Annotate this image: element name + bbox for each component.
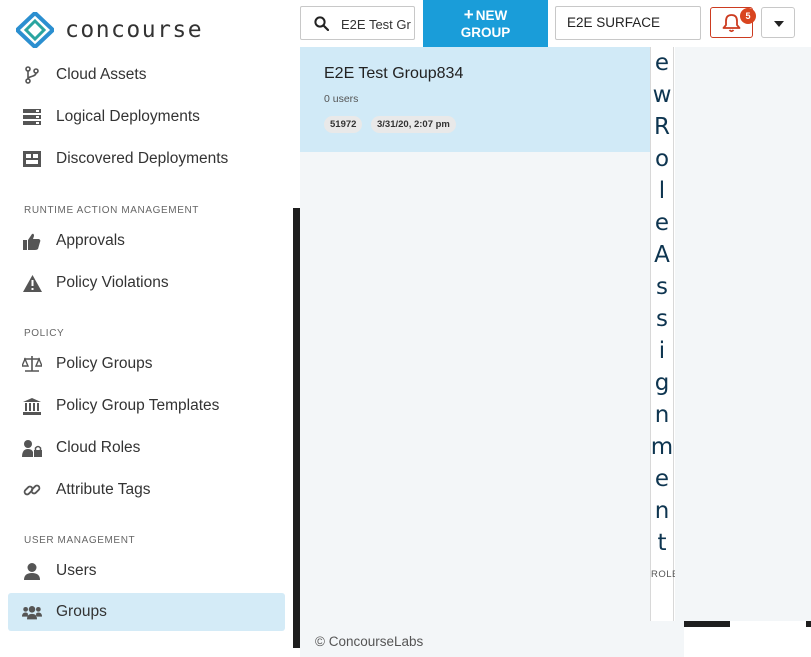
bell-icon [722,14,741,33]
detail-title-char: s [656,306,668,332]
notification-count-badge: 5 [740,8,756,24]
concourse-logo[interactable]: concourse [16,12,203,48]
balance-scale-icon [22,354,42,374]
group-date-tag: 3/31/20, 2:07 pm [371,116,456,133]
plus-icon: + [463,5,474,24]
detail-title-char: e [654,466,670,492]
detail-title-char: A [654,242,670,268]
dark-divider [293,208,300,648]
group-list-panel: E2E Test Group834 0 users 51972 3/31/20,… [300,47,650,621]
detail-title-char: e [654,210,670,236]
detail-title-char: t [657,530,667,556]
detail-title-char: w [652,82,672,108]
institution-icon [22,396,42,416]
sidebar-item-label: Users [56,562,97,579]
footer-copyright: © ConcourseLabs [315,634,424,649]
search-box[interactable] [300,6,415,40]
group-user-count: 0 users [324,93,359,105]
user-icon [22,561,42,581]
new-group-button[interactable]: + NEW GROUP [423,0,548,47]
group-list-item[interactable]: E2E Test Group834 0 users 51972 3/31/20,… [300,47,650,152]
section-title-runtime: RUNTIME ACTION MANAGEMENT [24,205,200,216]
sidebar-item-label: Approvals [56,232,125,249]
detail-title-char: n [654,402,670,428]
search-icon [314,16,329,31]
sidebar-item-logical-deployments[interactable]: Logical Deployments [8,98,285,136]
scan-icon [22,149,42,169]
warning-icon [22,273,42,293]
detail-title-char: g [654,370,670,396]
detail-title-char: R [654,114,670,140]
sidebar-item-attribute-tags[interactable]: Attribute Tags [8,471,285,509]
caret-down-icon [774,21,784,27]
sidebar-item-policy-violations[interactable]: Policy Violations [8,264,285,302]
footer: © ConcourseLabs [300,621,684,657]
sidebar-item-cloud-assets[interactable]: Cloud Assets [8,56,285,94]
new-group-label-line2: GROUP [460,25,511,40]
sidebar-item-label: Policy Group Templates [56,397,220,414]
concourse-logo-icon [16,12,54,48]
dark-divider [684,621,730,627]
sidebar-item-users[interactable]: Users [8,552,285,590]
sidebar-item-groups[interactable]: Groups [8,593,285,631]
sidebar-item-label: Logical Deployments [56,108,200,125]
detail-title-char: m [650,434,674,460]
sidebar-item-label: Groups [56,603,107,620]
user-lock-icon [22,438,42,458]
thumbs-up-icon [22,231,42,251]
detail-title: ewRoleAssignment [651,47,673,559]
sidebar-item-policy-group-templates[interactable]: Policy Group Templates [8,387,285,425]
sidebar-item-approvals[interactable]: Approvals [8,222,285,260]
sidebar-item-label: Cloud Roles [56,439,141,456]
right-panel [675,47,811,621]
link-icon [22,480,42,500]
sidebar-item-label: Policy Groups [56,355,153,372]
sidebar-item-label: Cloud Assets [56,66,147,83]
sidebar-item-label: Discovered Deployments [56,150,229,167]
detail-title-char: s [656,274,668,300]
search-input[interactable] [341,13,411,35]
group-detail-panel: ewRoleAssignment ROLE [650,47,678,621]
sidebar-item-label: Policy Violations [56,274,169,291]
section-title-user-management: USER MANAGEMENT [24,535,136,546]
detail-title-char: n [654,498,670,524]
detail-title-char: i [658,338,666,364]
section-title-policy: POLICY [24,328,65,339]
detail-title-char: l [658,178,666,204]
new-group-label-line1: + NEW [463,5,508,24]
branch-icon [22,65,42,85]
sidebar: concourse Cloud Assets Logical Deploymen… [0,0,293,657]
server-icon [22,107,42,127]
group-name: E2E Test Group834 [324,65,464,82]
sidebar-item-label: Attribute Tags [56,481,151,498]
brand-name: concourse [65,17,204,43]
account-menu-button[interactable] [761,7,795,38]
sidebar-item-policy-groups[interactable]: Policy Groups [8,345,285,383]
detail-title-char: e [654,50,670,76]
sidebar-item-cloud-roles[interactable]: Cloud Roles [8,429,285,467]
detail-title-char: o [654,146,670,172]
group-id-tag: 51972 [324,116,363,133]
sidebar-item-discovered-deployments[interactable]: Discovered Deployments [8,140,285,178]
dark-divider [806,621,811,627]
users-icon [22,602,42,622]
surface-select[interactable]: E2E SURFACE [555,6,701,40]
